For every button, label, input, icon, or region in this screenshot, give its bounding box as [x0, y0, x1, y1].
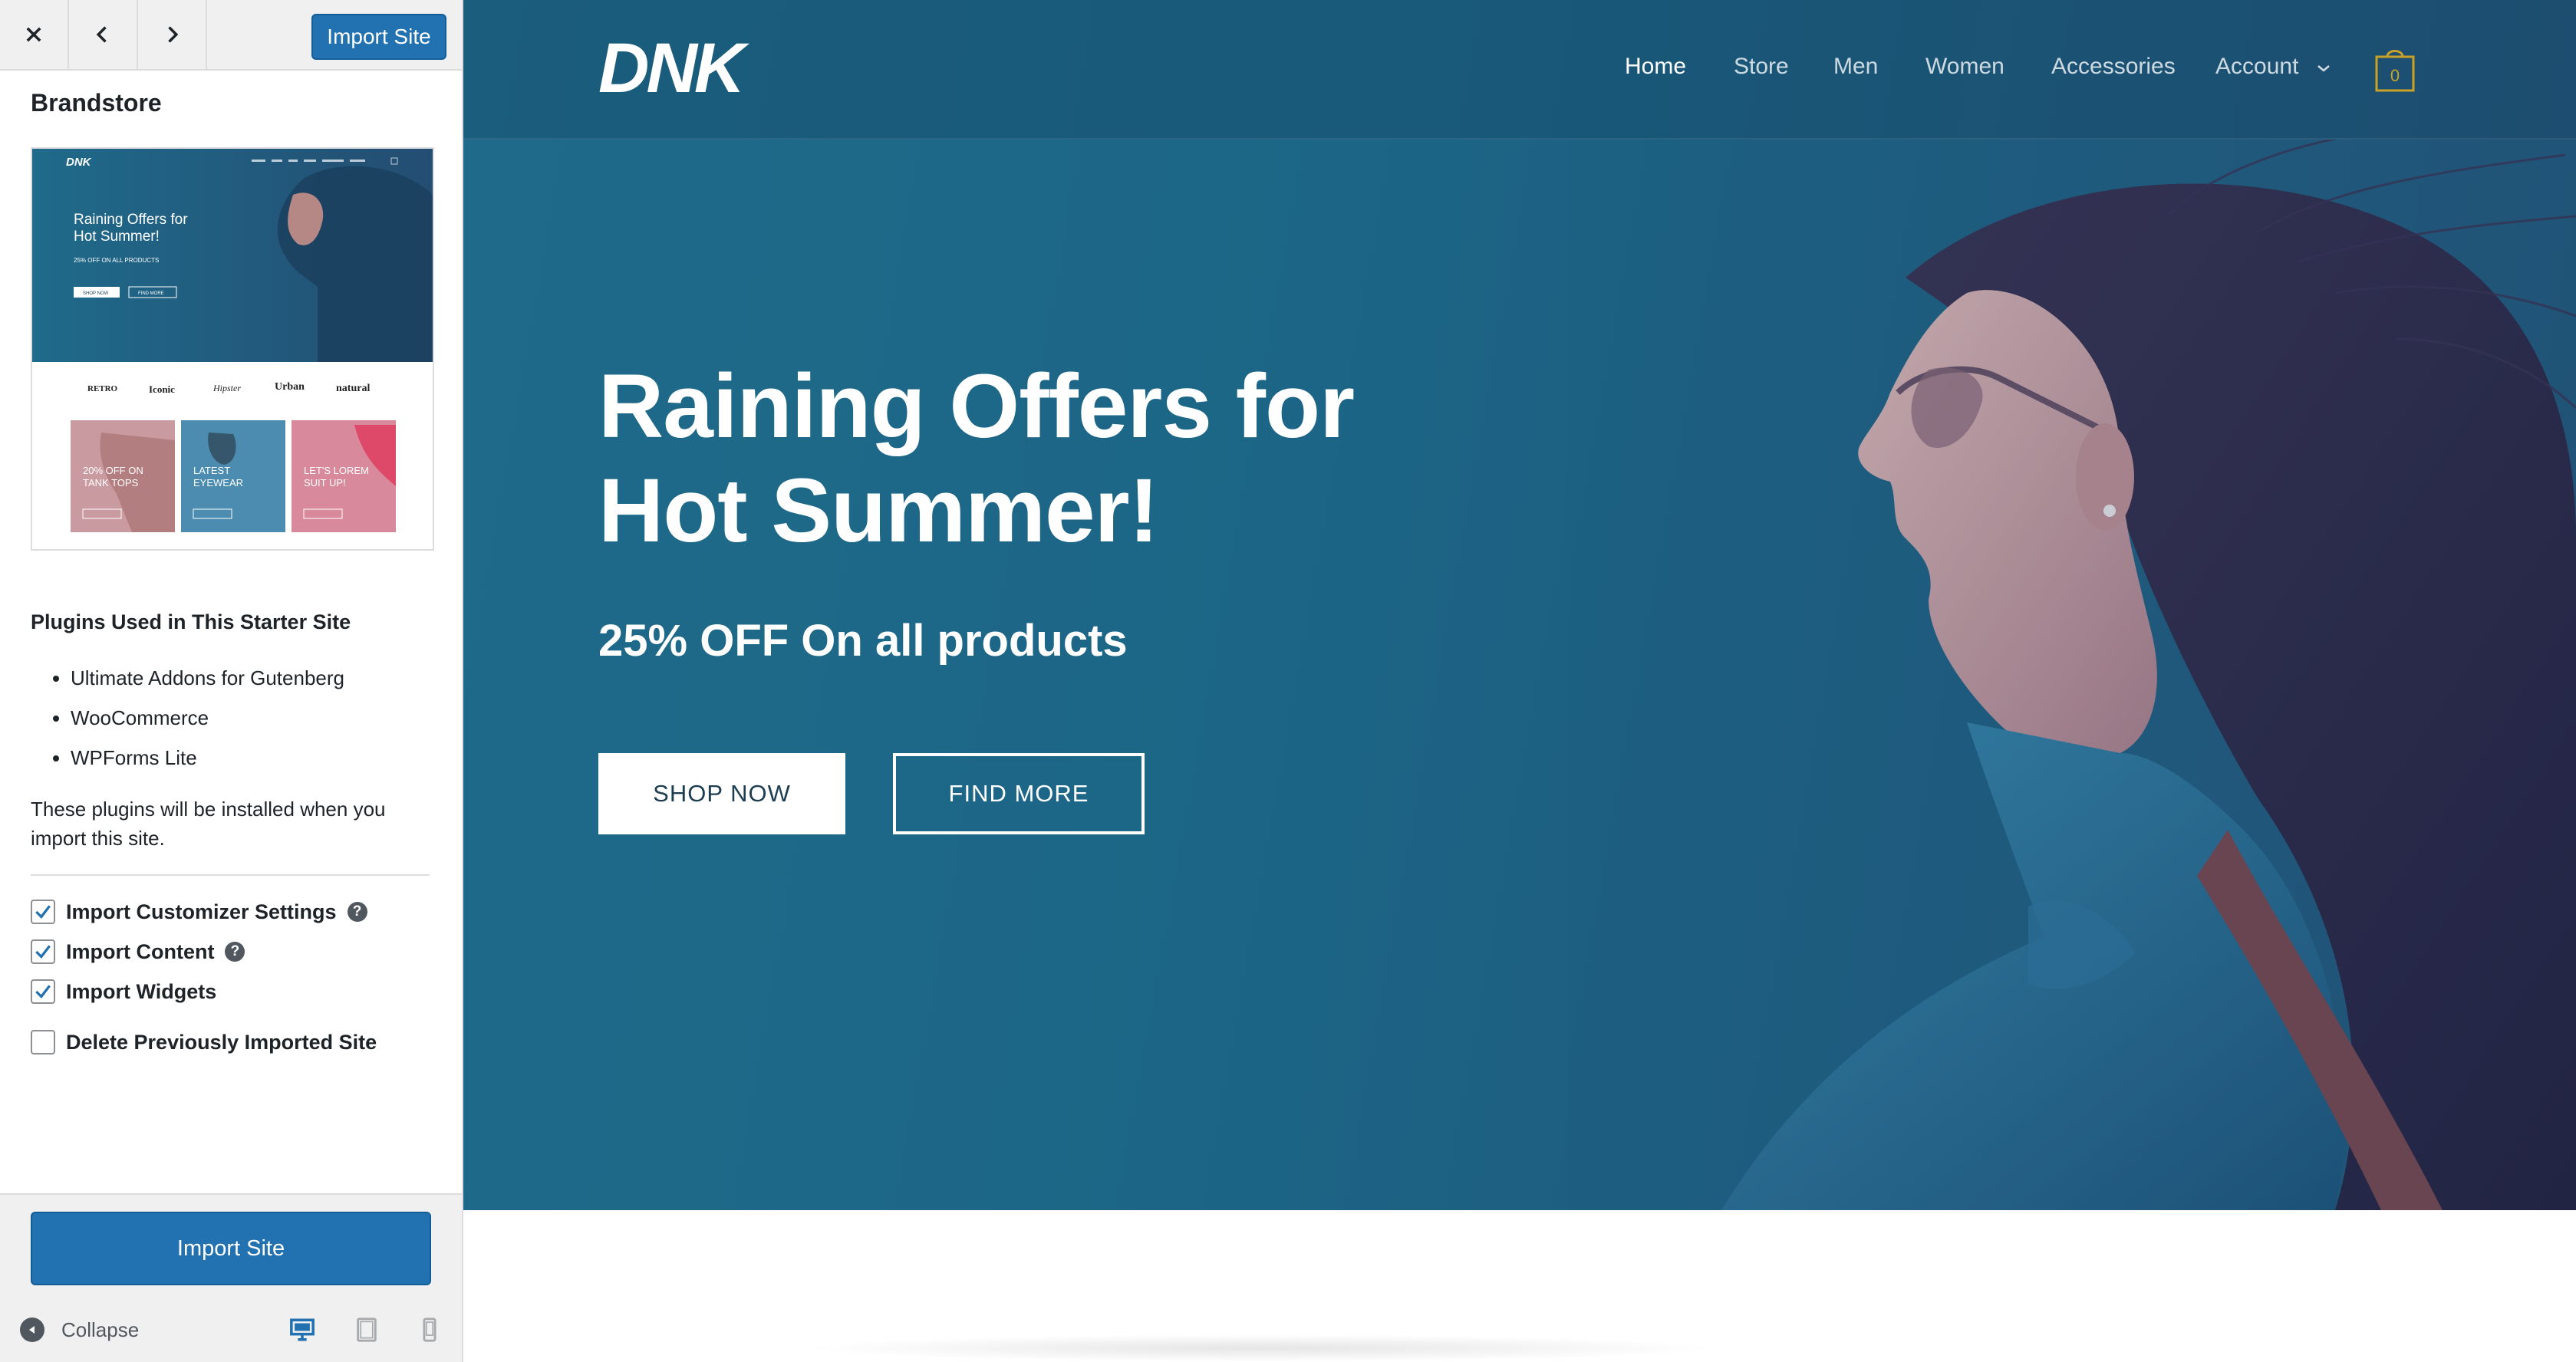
- svg-text:LATEST: LATEST: [193, 465, 230, 476]
- svg-text:DNK: DNK: [598, 31, 750, 107]
- svg-text:SUIT UP!: SUIT UP!: [304, 477, 346, 489]
- plugin-item: WooCommerce: [71, 701, 344, 741]
- svg-text:Raining Offers for: Raining Offers for: [74, 212, 188, 228]
- chevron-left-icon: [96, 26, 107, 43]
- find-more-button[interactable]: FIND MORE: [893, 753, 1145, 834]
- device-desktop-button[interactable]: [285, 1313, 319, 1347]
- brand-logo: Hipster: [212, 383, 241, 393]
- close-icon: [26, 27, 41, 42]
- option-label: Import Customizer Settings: [66, 900, 337, 923]
- thumb-hero-line1: Raining Offers for: [74, 212, 188, 228]
- collapse-button[interactable]: Collapse: [20, 1318, 139, 1342]
- import-widgets-option[interactable]: Import Widgets: [31, 979, 216, 1005]
- close-button[interactable]: [0, 0, 69, 69]
- checkmark-icon: [35, 985, 51, 998]
- site-header: DNK Home Store Men Women Accessories Acc…: [463, 0, 2576, 140]
- import-site-button[interactable]: Import Site: [31, 1212, 431, 1285]
- import-site-button-top[interactable]: Import Site: [311, 14, 446, 60]
- checkmark-icon: [35, 905, 51, 919]
- checkbox-checked[interactable]: [31, 939, 55, 964]
- nav-men[interactable]: Men: [1833, 54, 1878, 80]
- hero-title-line1: Raining Offers for: [598, 356, 1355, 457]
- nav-account-label: Account: [2215, 54, 2299, 79]
- mobile-icon: [423, 1318, 436, 1342]
- content-shadow: [801, 1334, 1721, 1362]
- cart-icon[interactable]: 0: [2373, 44, 2416, 94]
- chevron-right-icon: [168, 26, 179, 43]
- plugin-item: Ultimate Addons for Gutenberg: [71, 661, 344, 701]
- hero-title: Raining Offers for Hot Summer!: [598, 354, 1596, 563]
- site-thumbnail[interactable]: DNK Raining Offers for Hot Summer! 25% O…: [31, 147, 434, 551]
- nav-account[interactable]: Account: [2215, 54, 2331, 80]
- brand-logo: Urban: [275, 381, 305, 393]
- customizer-sidebar: Import Site Brandstore DNK Raining Offer…: [0, 0, 463, 1362]
- option-label: Import Content: [66, 939, 215, 963]
- svg-text:EYEWEAR: EYEWEAR: [193, 477, 243, 489]
- svg-text:FIND MORE: FIND MORE: [138, 291, 164, 296]
- thumb-logo: DNK: [66, 156, 92, 169]
- nav-home[interactable]: Home: [1625, 54, 1686, 80]
- device-tablet-button[interactable]: [350, 1313, 384, 1347]
- plugins-heading: Plugins Used in This Starter Site: [31, 610, 351, 633]
- checkbox-checked[interactable]: [31, 979, 55, 1004]
- option-label: Import Widgets: [66, 979, 217, 1003]
- hero-title-line2: Hot Summer!: [598, 460, 1159, 561]
- checkbox-checked[interactable]: [31, 900, 55, 924]
- divider: [31, 874, 430, 876]
- plugins-note: These plugins will be installed when you…: [31, 798, 386, 850]
- site-preview: DNK Home Store Men Women Accessories Acc…: [463, 0, 2576, 1362]
- thumb-hero-sub: 25% OFF ON ALL PRODUCTS: [74, 257, 159, 264]
- checkmark-icon: [35, 945, 51, 959]
- brand-logo: natural: [336, 383, 370, 394]
- previous-site-button[interactable]: [69, 0, 138, 69]
- help-icon[interactable]: ?: [347, 902, 367, 922]
- shop-now-button[interactable]: SHOP NOW: [598, 753, 845, 834]
- brand-logo: Iconic: [149, 383, 175, 395]
- collapse-label: Collapse: [61, 1318, 140, 1341]
- hero-section: DNK Home Store Men Women Accessories Acc…: [463, 0, 2576, 1210]
- desktop-icon: [290, 1318, 315, 1341]
- next-site-button[interactable]: [138, 0, 207, 69]
- thumb-hero-line2: Hot Summer!: [74, 229, 160, 245]
- site-title: Brandstore: [31, 89, 162, 117]
- nav-women[interactable]: Women: [1925, 54, 2004, 80]
- thumbnail-preview-image: DNK Raining Offers for Hot Summer! 25% O…: [32, 149, 433, 532]
- hero-subtitle: 25% OFF On all products: [598, 616, 1128, 666]
- nav-accessories[interactable]: Accessories: [2051, 54, 2176, 80]
- device-mobile-button[interactable]: [413, 1313, 446, 1347]
- nav-store[interactable]: Store: [1734, 54, 1789, 80]
- tablet-icon: [357, 1318, 377, 1342]
- cart-count: 0: [2390, 66, 2400, 85]
- svg-text:LET'S LOREM: LET'S LOREM: [304, 465, 369, 476]
- help-icon[interactable]: ?: [225, 942, 245, 962]
- svg-text:Hot Summer!: Hot Summer!: [74, 229, 160, 245]
- plugins-list: Ultimate Addons for Gutenberg WooCommerc…: [71, 661, 344, 781]
- option-label: Delete Previously Imported Site: [66, 1030, 377, 1054]
- sidebar-footer: Import Site Collapse: [0, 1193, 462, 1362]
- chevron-down-icon: [2317, 65, 2330, 72]
- sidebar-header: Import Site: [0, 0, 462, 71]
- svg-text:20% OFF ON: 20% OFF ON: [83, 465, 143, 476]
- hero-woman-image: [1568, 140, 2576, 1210]
- collapse-icon: [20, 1318, 44, 1342]
- svg-text:SHOP NOW: SHOP NOW: [83, 291, 109, 296]
- import-customizer-settings-option[interactable]: Import Customizer Settings ?: [31, 899, 367, 925]
- brand-logo: RETRO: [87, 384, 118, 393]
- import-content-option[interactable]: Import Content ?: [31, 939, 245, 965]
- delete-previous-site-option[interactable]: Delete Previously Imported Site: [31, 1029, 377, 1055]
- plugin-item: WPForms Lite: [71, 741, 344, 781]
- dnk-logo[interactable]: DNK: [598, 31, 779, 107]
- checkbox-unchecked[interactable]: [31, 1030, 55, 1054]
- svg-text:TANK TOPS: TANK TOPS: [83, 477, 139, 489]
